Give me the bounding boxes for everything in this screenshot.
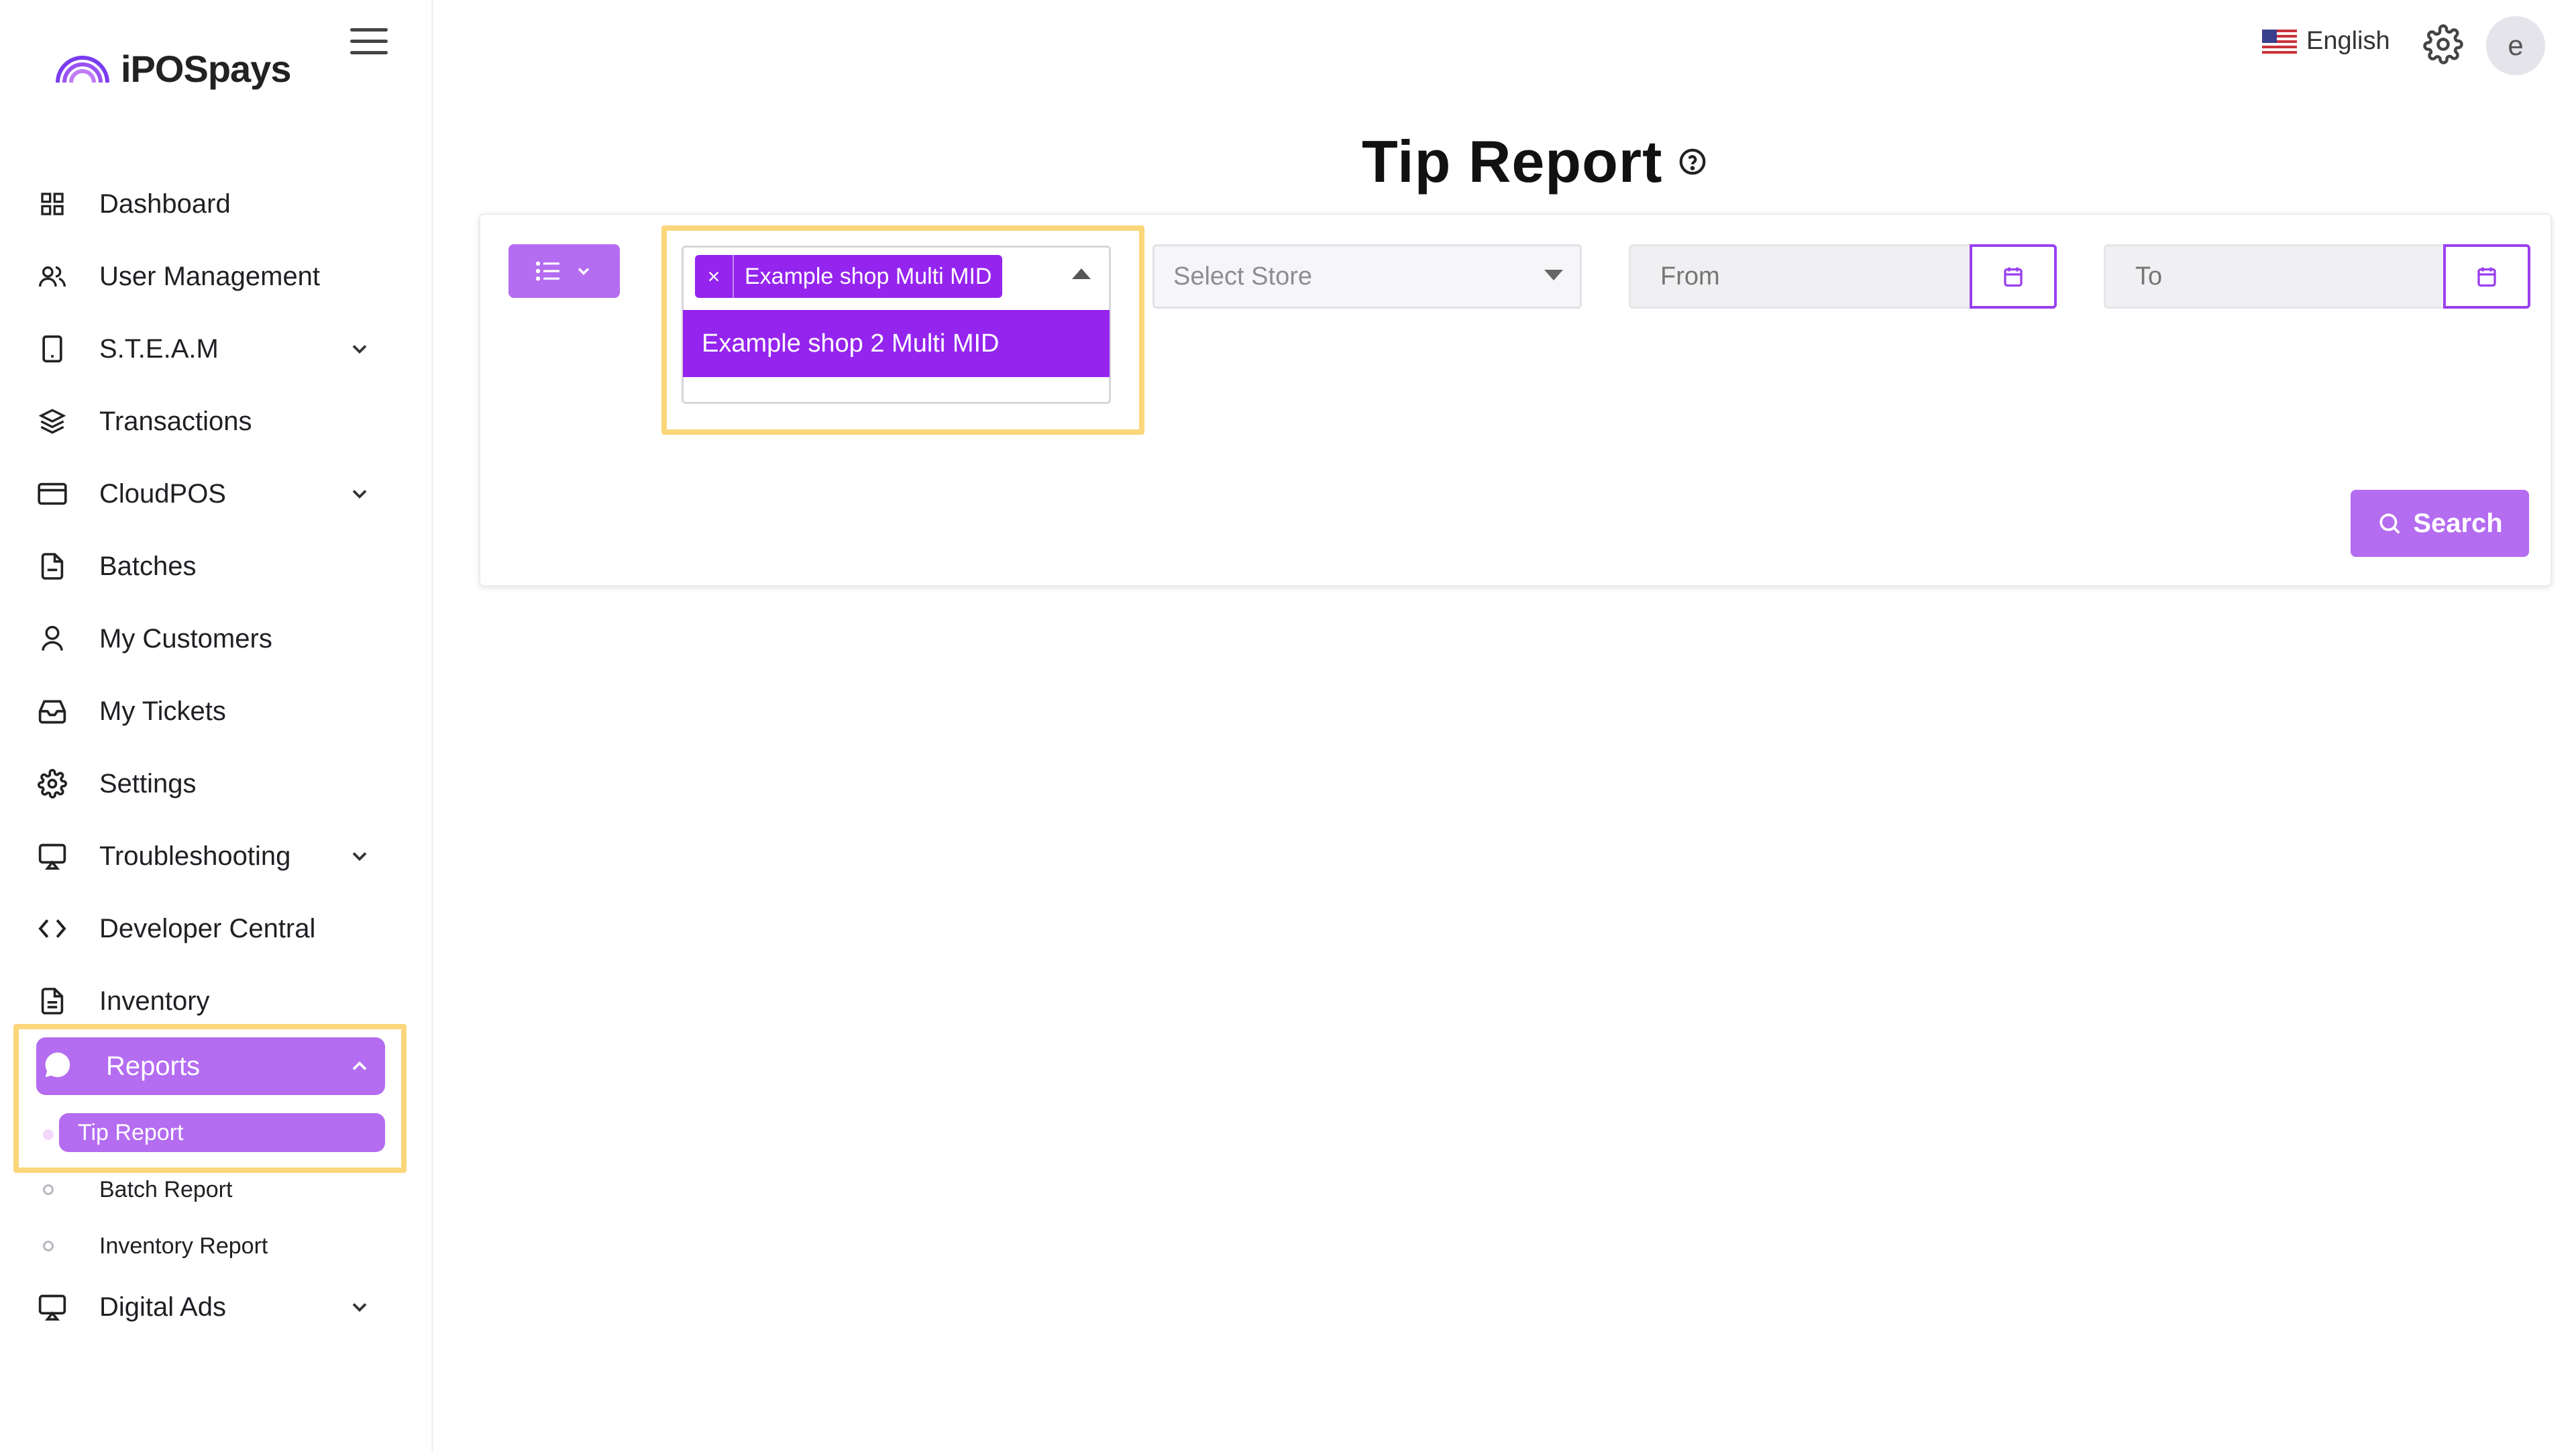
sidebar: iPOSpays Dashboard User Management S.T.E… (0, 0, 433, 1452)
sidebar-item-label: Troubleshooting (99, 841, 291, 871)
sidebar-item-troubleshooting[interactable]: Troubleshooting (36, 829, 385, 883)
sidebar-item-transactions[interactable]: Transactions (36, 395, 385, 448)
caret-up-icon[interactable] (1072, 268, 1091, 279)
sidebar-subitem-label: Batch Report (99, 1176, 233, 1202)
monitor-icon (36, 840, 68, 872)
sidebar-item-label: Developer Central (99, 913, 316, 943)
language-label: English (2306, 27, 2390, 55)
grid-icon (36, 188, 68, 220)
sidebar-item-digital-ads[interactable]: Digital Ads (36, 1280, 385, 1334)
layers-icon (36, 405, 68, 437)
chevron-down-icon (352, 490, 367, 499)
settings-gear-icon[interactable] (2423, 24, 2463, 64)
help-circle-icon[interactable] (1677, 146, 1708, 177)
users-icon (36, 260, 68, 293)
chevron-down-icon (352, 1303, 367, 1312)
card-icon (36, 478, 68, 510)
sidebar-item-label: Dashboard (99, 189, 231, 219)
chat-icon (43, 1050, 75, 1082)
sidebar-subitem-label: Tip Report (78, 1119, 184, 1145)
sidebar-item-reports[interactable]: Reports (36, 1037, 385, 1095)
selected-merchant-tag: × Example shop Multi MID (695, 255, 1003, 298)
brand-logo[interactable]: iPOSpays (54, 47, 291, 91)
chevron-up-icon (352, 1061, 367, 1070)
rainbow-logo-icon (56, 55, 109, 83)
menu-toggle-icon[interactable] (350, 28, 388, 60)
brand-name: iPOSpays (121, 48, 291, 90)
store-select[interactable]: Select Store (1152, 244, 1582, 309)
sidebar-item-label: CloudPOS (99, 478, 226, 509)
chevron-down-icon (352, 345, 367, 354)
caret-down-icon (1544, 270, 1563, 280)
bullet-icon (43, 1184, 54, 1195)
gear-icon (36, 768, 68, 800)
sidebar-item-label: Inventory (99, 986, 210, 1016)
sidebar-item-label: Batches (99, 551, 197, 581)
sidebar-item-label: Transactions (99, 406, 252, 436)
inbox-icon (36, 695, 68, 727)
search-icon (2379, 513, 2400, 534)
sidebar-item-label: Reports (106, 1051, 201, 1081)
sidebar-item-my-customers[interactable]: My Customers (36, 612, 385, 666)
store-select-placeholder: Select Store (1173, 262, 1312, 291)
bullet-icon (43, 1241, 54, 1251)
sidebar-item-inventory[interactable]: Inventory (36, 974, 385, 1028)
chevron-down-icon (578, 268, 590, 275)
chevron-down-icon (352, 852, 367, 862)
sidebar-item-label: Settings (99, 768, 197, 798)
page-title: Tip Report (1362, 128, 1663, 195)
monitor-icon (36, 1291, 68, 1323)
bullet-icon (43, 1129, 54, 1140)
us-flag-icon (2262, 29, 2297, 54)
sidebar-item-label: Digital Ads (99, 1292, 226, 1322)
person-icon (36, 623, 68, 655)
sidebar-item-settings[interactable]: Settings (36, 757, 385, 811)
sidebar-item-cloudpos[interactable]: CloudPOS (36, 467, 385, 521)
from-date-input[interactable] (1629, 244, 1972, 309)
sidebar-item-label: S.T.E.A.M (99, 333, 219, 364)
sidebar-item-steam[interactable]: S.T.E.A.M (36, 322, 385, 376)
from-calendar-button[interactable] (1970, 244, 2057, 309)
language-selector[interactable]: English (2262, 27, 2390, 56)
sidebar-item-user-management[interactable]: User Management (36, 250, 385, 303)
sidebar-item-batches[interactable]: Batches (36, 539, 385, 593)
sidebar-item-label: User Management (99, 261, 321, 291)
to-date-input[interactable] (2104, 244, 2447, 309)
tip-report-active-pill[interactable]: Tip Report (59, 1113, 385, 1152)
sidebar-subitem-batch-report[interactable]: Batch Report (36, 1169, 385, 1210)
sidebar-subitem-label: Inventory Report (99, 1233, 268, 1259)
sidebar-item-dashboard[interactable]: Dashboard (36, 177, 385, 231)
sidebar-item-developer-central[interactable]: Developer Central (36, 902, 385, 955)
remove-tag-icon[interactable]: × (695, 255, 734, 298)
to-calendar-button[interactable] (2443, 244, 2530, 309)
selected-merchant-label: Example shop Multi MID (745, 263, 992, 289)
sidebar-item-label: My Customers (99, 623, 272, 654)
search-button-label: Search (2413, 508, 2503, 538)
view-toggle-button[interactable] (508, 244, 620, 298)
avatar[interactable]: e (2486, 16, 2545, 75)
file-icon (36, 550, 68, 582)
search-button[interactable]: Search (2351, 490, 2529, 557)
calendar-icon (2477, 267, 2496, 287)
merchant-option[interactable]: Example shop 2 Multi MID (683, 310, 1110, 377)
device-icon (36, 333, 68, 365)
sidebar-item-my-tickets[interactable]: My Tickets (36, 684, 385, 738)
list-icon (535, 261, 559, 281)
code-icon (36, 913, 68, 945)
sidebar-subitem-inventory-report[interactable]: Inventory Report (36, 1225, 385, 1267)
sidebar-item-label: My Tickets (99, 696, 226, 726)
document-icon (36, 985, 68, 1017)
page-title-row: Tip Report (1362, 127, 1708, 196)
calendar-icon (2004, 267, 2023, 287)
merchant-option-label: Example shop 2 Multi MID (702, 329, 1000, 358)
